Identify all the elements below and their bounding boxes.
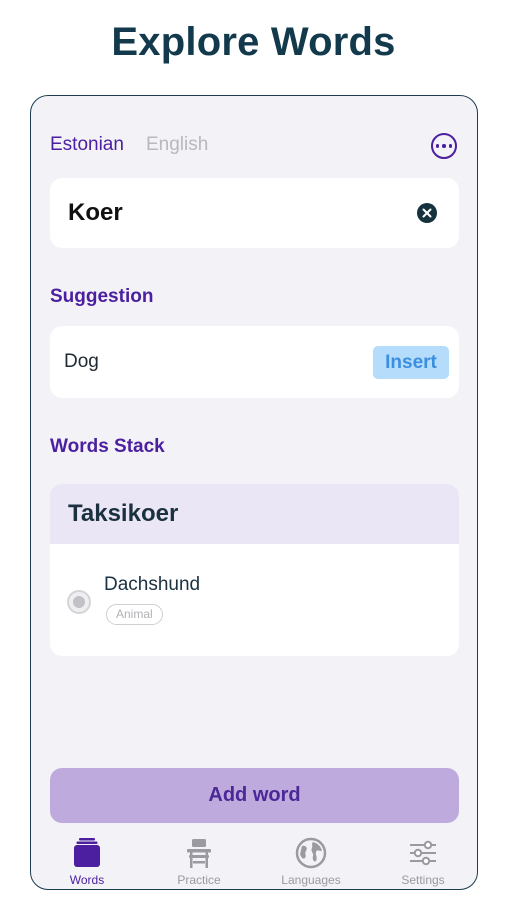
select-radio[interactable] [67, 590, 91, 614]
page-title: Explore Words [111, 20, 396, 64]
tab-label: Languages [281, 873, 341, 887]
clear-button[interactable] [417, 203, 437, 223]
globe-icon [295, 837, 327, 869]
insert-button[interactable]: Insert [373, 346, 449, 379]
stack-title: Taksikoer [50, 484, 459, 544]
search-field[interactable]: Koer [50, 178, 459, 248]
category-tag: Animal [106, 604, 163, 625]
desk-icon [187, 839, 211, 868]
tab-settings[interactable]: Settings [367, 828, 477, 887]
suggestion-heading: Suggestion [50, 286, 154, 307]
stack-icon [74, 838, 100, 867]
sliders-icon [410, 840, 436, 866]
app-screen: Estonian English Koer Suggestion Dog Ins… [30, 95, 478, 890]
tab-label: Practice [177, 873, 221, 887]
tab-practice[interactable]: Practice [143, 828, 255, 887]
tab-bar: Words Practice Languages Settings [31, 828, 477, 889]
search-input-value[interactable]: Koer [68, 199, 123, 227]
item-word: Dachshund [104, 574, 201, 595]
suggestion-text: Dog [64, 351, 99, 372]
tab-languages[interactable]: Languages [255, 828, 367, 887]
suggestion-card: Dog Insert [50, 326, 459, 398]
ellipsis-circle-icon [435, 144, 440, 148]
tab-words[interactable]: Words [31, 828, 143, 887]
tab-estonian[interactable]: Estonian [50, 134, 124, 156]
more-options-button[interactable] [431, 133, 457, 159]
tab-label: Settings [401, 873, 445, 887]
list-item[interactable]: Dachshund Animal [50, 544, 459, 656]
language-tabs: Estonian English [50, 134, 208, 156]
add-word-button[interactable]: Add word [50, 768, 459, 823]
words-stack-card: Taksikoer Dachshund Animal [50, 484, 459, 656]
words-stack-heading: Words Stack [50, 436, 165, 457]
tab-english[interactable]: English [146, 134, 208, 156]
clear-x-icon [422, 208, 432, 218]
tab-label: Words [69, 873, 105, 887]
